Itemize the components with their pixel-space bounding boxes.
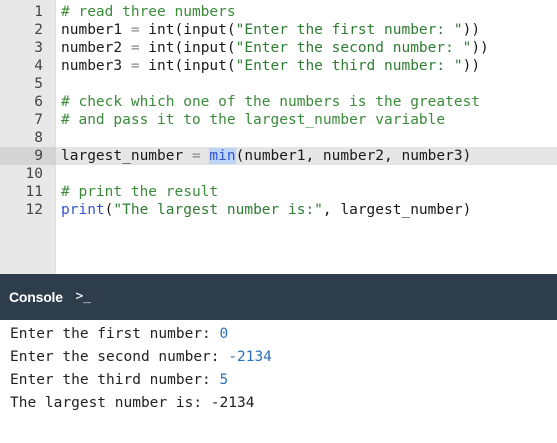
line-number: 11 <box>25 184 43 200</box>
code-token: int <box>139 58 175 74</box>
code-line[interactable]: 4 number3 = int(input("Enter the third nu… <box>0 57 557 75</box>
line-number: 9 <box>0 147 56 165</box>
console-header: Console >_ <box>0 274 557 320</box>
console-output-line: The largest number is: -2134 <box>10 392 254 415</box>
code-token: )) <box>462 22 481 38</box>
line-number: 5 <box>34 76 43 92</box>
code-token: "Enter the second number: " <box>235 40 472 56</box>
line-number: 4 <box>34 58 43 74</box>
code-token: int <box>139 40 175 56</box>
code-token: )) <box>462 58 481 74</box>
code-text[interactable]: print("The largest number is:", largest_… <box>61 201 471 219</box>
line-number: 12 <box>25 202 43 218</box>
code-line[interactable]: 1 # read three numbers <box>0 3 557 21</box>
console-title: Console <box>9 289 63 305</box>
code-line[interactable]: 3 number2 = int(input("Enter the second n… <box>0 39 557 57</box>
console-prompt-text: Enter the third number: <box>10 372 220 388</box>
code-token: = <box>191 148 201 164</box>
line-number: 8 <box>34 130 43 146</box>
code-token: "Enter the third number: " <box>235 58 463 74</box>
code-text[interactable]: largest_number = min(number1, number2, n… <box>61 147 471 165</box>
console-user-input: -2134 <box>228 349 272 365</box>
console-user-input: 5 <box>219 372 229 388</box>
code-line[interactable]: 11 # print the result <box>0 183 557 201</box>
console-output-line: Enter the second number: -2134 <box>10 346 272 369</box>
code-token: (number1, number2, number3) <box>235 148 472 164</box>
code-token: = <box>130 40 140 56</box>
line-number: 6 <box>34 94 43 110</box>
code-line[interactable]: 6 # check which one of the numbers is the… <box>0 93 557 111</box>
code-line[interactable]: 10 <box>0 165 557 183</box>
code-token: number3 <box>61 58 131 74</box>
console-output[interactable]: Enter the first number: 0 Enter the secon… <box>0 320 557 443</box>
code-text[interactable]: # check which one of the numbers is the … <box>61 93 480 111</box>
code-line[interactable]: 7 # and pass it to the largest_number var… <box>0 111 557 129</box>
code-token: )) <box>471 40 489 56</box>
code-token: , largest_number) <box>322 202 472 218</box>
code-token: min <box>209 148 236 164</box>
line-number: 7 <box>34 112 43 128</box>
code-line[interactable]: 5 <box>0 75 557 93</box>
console-prompt-text: Enter the second number: <box>10 349 229 365</box>
code-text[interactable]: number3 = int(input("Enter the third num… <box>61 57 480 75</box>
line-number: 10 <box>25 166 43 182</box>
line-number: 2 <box>34 22 43 38</box>
code-line[interactable]: 8 <box>0 129 557 147</box>
console-output-line: Enter the first number: 0 <box>10 323 228 346</box>
console-user-input: 0 <box>219 326 229 342</box>
console-output-line: Enter the third number: 5 <box>10 369 228 392</box>
code-line[interactable]: 2 number1 = int(input("Enter the first nu… <box>0 21 557 39</box>
code-token: # print the result <box>61 184 219 200</box>
code-token: int <box>139 22 175 38</box>
code-token: number2 <box>61 40 131 56</box>
code-text[interactable]: number2 = int(input("Enter the second nu… <box>61 39 489 57</box>
code-token: # read three numbers <box>61 4 236 20</box>
code-text[interactable]: # and pass it to the largest_number vari… <box>61 111 445 129</box>
code-token: (input( <box>174 58 236 74</box>
console-prompt-text: Enter the first number: <box>10 326 220 342</box>
code-token: print <box>61 202 105 218</box>
code-text[interactable]: number1 = int(input("Enter the first num… <box>61 21 480 39</box>
code-line[interactable]: 12 print("The largest number is:", larges… <box>0 201 557 219</box>
code-line[interactable]: 9 largest_number = min(number1, number2, … <box>0 147 557 165</box>
code-text[interactable]: # read three numbers <box>61 3 236 21</box>
code-token: "The largest number is:" <box>113 202 323 218</box>
code-token: (input( <box>174 22 236 38</box>
code-token: number1 <box>61 22 131 38</box>
code-token: # check which one of the numbers is the … <box>61 94 481 110</box>
terminal-prompt-icon: >_ <box>75 289 92 304</box>
code-token: = <box>130 58 140 74</box>
code-editor[interactable]: 1 # read three numbers 2 number1 = int(inpu… <box>0 0 557 274</box>
code-token: "Enter the first number: " <box>235 22 463 38</box>
code-token: # and pass it to the largest_number vari… <box>61 112 446 128</box>
line-number: 1 <box>34 4 43 20</box>
code-token: largest_number <box>61 148 192 164</box>
line-number: 3 <box>34 40 43 56</box>
code-token: = <box>130 22 140 38</box>
console-prompt-text: The largest number is: -2134 <box>10 395 255 411</box>
code-text[interactable]: # print the result <box>61 183 218 201</box>
code-token: (input( <box>174 40 236 56</box>
